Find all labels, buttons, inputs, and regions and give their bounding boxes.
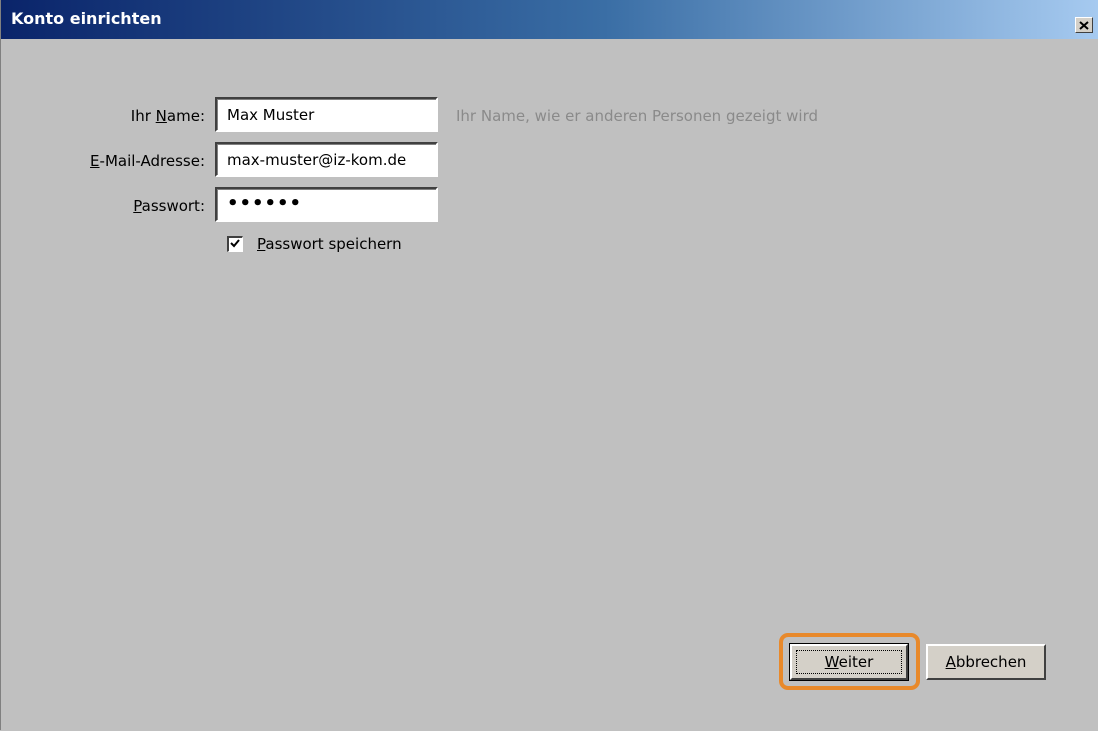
- password-label: Passwort:: [133, 197, 205, 215]
- close-button[interactable]: [1075, 17, 1093, 33]
- name-hint: Ihr Name, wie er anderen Personen gezeig…: [456, 107, 818, 125]
- email-value: max-muster@iz-kom.de: [227, 151, 407, 169]
- name-label: Ihr Name:: [130, 107, 205, 125]
- password-field[interactable]: ••••••: [215, 187, 438, 222]
- email-field[interactable]: max-muster@iz-kom.de: [215, 142, 438, 177]
- dialog-body: Ihr Name: Max Muster Ihr Name, wie er an…: [1, 39, 1098, 731]
- name-value: Max Muster: [227, 106, 315, 124]
- focus-rect: [796, 650, 902, 674]
- name-field[interactable]: Max Muster: [215, 97, 438, 132]
- cancel-button-label: Abbrechen: [945, 653, 1027, 671]
- title-bar[interactable]: Konto einrichten: [1, 0, 1098, 39]
- dialog-title: Konto einrichten: [11, 9, 162, 28]
- cancel-button[interactable]: Abbrechen: [926, 644, 1046, 680]
- account-setup-dialog: Konto einrichten Ihr Name: Max Muster Ih…: [0, 0, 1098, 731]
- close-icon: [1079, 20, 1089, 30]
- password-value: ••••••: [227, 193, 303, 214]
- email-label: E-Mail-Adresse:: [90, 152, 205, 170]
- next-button[interactable]: Weiter: [789, 643, 909, 681]
- save-password-checkbox[interactable]: [227, 236, 243, 252]
- save-password-label[interactable]: Passwort speichern: [257, 235, 402, 253]
